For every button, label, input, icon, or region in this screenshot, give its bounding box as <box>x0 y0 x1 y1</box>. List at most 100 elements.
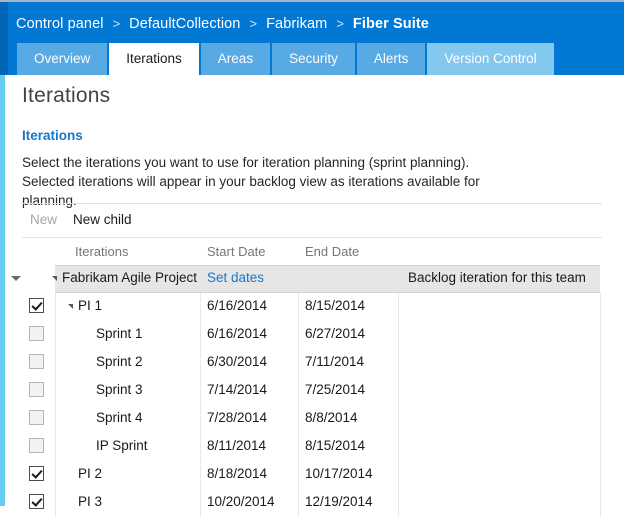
row-checkbox[interactable] <box>29 326 44 341</box>
row-checkbox[interactable] <box>29 354 44 369</box>
start-date-value: 8/11/2014 <box>207 438 266 453</box>
column-divider <box>55 321 56 349</box>
column-divider <box>398 377 399 405</box>
breadcrumb-separator: > <box>336 13 344 35</box>
column-divider <box>200 293 201 321</box>
table-row[interactable]: PI 16/16/20148/15/2014 <box>0 293 624 321</box>
row-checkbox[interactable] <box>29 438 44 453</box>
column-divider <box>398 405 399 433</box>
breadcrumb-item-fabrikam[interactable]: Fabrikam <box>266 13 327 35</box>
column-divider <box>600 349 601 377</box>
column-divider <box>298 461 299 489</box>
column-divider <box>298 321 299 349</box>
breadcrumb-separator: > <box>113 13 121 35</box>
row-checkbox[interactable] <box>29 494 44 509</box>
column-divider <box>55 293 56 321</box>
row-checkbox[interactable] <box>29 410 44 425</box>
tab-iterations[interactable]: Iterations <box>109 43 199 75</box>
end-date-value: 12/19/2014 <box>305 494 373 509</box>
grid-header-row: Iterations Start Date End Date <box>0 238 624 265</box>
breadcrumb: Control panel > DefaultCollection > Fabrikam… <box>16 13 429 35</box>
tab-alerts[interactable]: Alerts <box>357 43 426 75</box>
column-divider <box>200 321 201 349</box>
grid-body: Fabrikam Agile Project Set dates Backlog i… <box>0 265 624 517</box>
iteration-name: PI 2 <box>78 466 102 481</box>
start-date-value: 7/28/2014 <box>207 410 267 425</box>
column-divider <box>55 433 56 461</box>
column-header-end-date[interactable]: End Date <box>305 244 359 259</box>
table-row[interactable]: Sprint 26/30/20147/11/2014 <box>0 349 624 377</box>
iteration-name: PI 3 <box>78 494 102 509</box>
column-divider <box>600 293 601 321</box>
page-title: Iterations <box>22 84 110 108</box>
column-divider <box>600 377 601 405</box>
column-divider <box>398 461 399 489</box>
breadcrumb-item-defaultcollection[interactable]: DefaultCollection <box>129 13 240 35</box>
end-date-value: 8/15/2014 <box>305 298 365 313</box>
table-row[interactable]: Sprint 3 7/14/2014 7/25/2014 <box>0 377 624 405</box>
backlog-iteration-note: Backlog iteration for this team <box>408 270 586 285</box>
table-row[interactable]: IP Sprint8/11/20148/15/2014 <box>0 433 624 461</box>
new-child-button[interactable]: New child <box>65 206 140 234</box>
column-divider <box>398 293 399 321</box>
column-divider <box>55 461 56 489</box>
row-checkbox[interactable] <box>29 466 44 481</box>
row-checkbox[interactable] <box>29 298 44 313</box>
grid-toolbar: New New child <box>22 204 140 236</box>
table-row[interactable]: PI 3 10/20/2014 12/19/2014 <box>0 489 624 517</box>
column-divider <box>200 489 201 517</box>
breadcrumb-separator: > <box>249 13 257 35</box>
iterations-grid: Iterations Start Date End Date Fabrikam Ag… <box>0 238 624 517</box>
page-description: Select the iterations you want to use fo… <box>22 153 492 210</box>
page-header: Control panel > DefaultCollection > Fabrikam… <box>0 2 624 75</box>
column-divider <box>600 433 601 461</box>
set-dates-link[interactable]: Set dates <box>207 270 264 285</box>
column-divider <box>398 433 399 461</box>
tab-security[interactable]: Security <box>272 43 355 75</box>
column-divider <box>55 377 56 405</box>
column-divider <box>200 349 201 377</box>
iteration-name: Sprint 4 <box>96 410 143 425</box>
table-row[interactable]: Sprint 16/16/20146/27/2014 <box>0 321 624 349</box>
new-button[interactable]: New <box>22 206 65 234</box>
table-row[interactable]: Fabrikam Agile Project Set dates Backlog i… <box>0 265 624 293</box>
tab-bar: OverviewIterationsAreasSecurityAlertsVer… <box>17 43 556 75</box>
end-date-value: 7/25/2014 <box>305 382 365 397</box>
tab-overview[interactable]: Overview <box>17 43 107 75</box>
column-divider <box>55 349 56 377</box>
column-divider <box>398 321 399 349</box>
column-divider <box>600 489 601 517</box>
column-divider <box>600 321 601 349</box>
column-divider <box>298 377 299 405</box>
tab-areas[interactable]: Areas <box>201 43 270 75</box>
breadcrumb-item-fiber-suite: Fiber Suite <box>353 13 429 35</box>
end-date-value: 8/8/2014 <box>305 410 358 425</box>
column-divider <box>200 405 201 433</box>
table-row[interactable]: PI 28/18/201410/17/2014 <box>0 461 624 489</box>
expand-collapse-triangle-icon[interactable] <box>52 276 57 281</box>
section-title: Iterations <box>22 128 83 143</box>
start-date-value: 6/30/2014 <box>207 354 267 369</box>
column-divider <box>298 433 299 461</box>
column-divider <box>600 461 601 489</box>
breadcrumb-item-control-panel[interactable]: Control panel <box>16 13 104 35</box>
header-left-gutter <box>0 2 8 75</box>
column-header-start-date[interactable]: Start Date <box>207 244 266 259</box>
start-date-value: 7/14/2014 <box>207 382 267 397</box>
iteration-name: Sprint 1 <box>96 326 143 341</box>
iteration-name: Sprint 3 <box>96 382 143 397</box>
row-checkbox[interactable] <box>29 382 44 397</box>
start-date-value: 10/20/2014 <box>207 494 275 509</box>
iteration-name: Sprint 2 <box>96 354 143 369</box>
table-row[interactable]: Sprint 4 7/28/2014 8/8/2014 <box>0 405 624 433</box>
column-header-iterations[interactable]: Iterations <box>75 244 128 259</box>
chevron-down-icon[interactable] <box>11 276 21 281</box>
column-divider <box>398 349 399 377</box>
column-divider <box>298 489 299 517</box>
end-date-value: 6/27/2014 <box>305 326 365 341</box>
expand-collapse-triangle-icon[interactable] <box>68 304 73 309</box>
column-divider <box>200 461 201 489</box>
tab-version-control[interactable]: Version Control <box>427 43 553 75</box>
iteration-name: Fabrikam Agile Project <box>62 270 197 285</box>
column-divider <box>298 293 299 321</box>
